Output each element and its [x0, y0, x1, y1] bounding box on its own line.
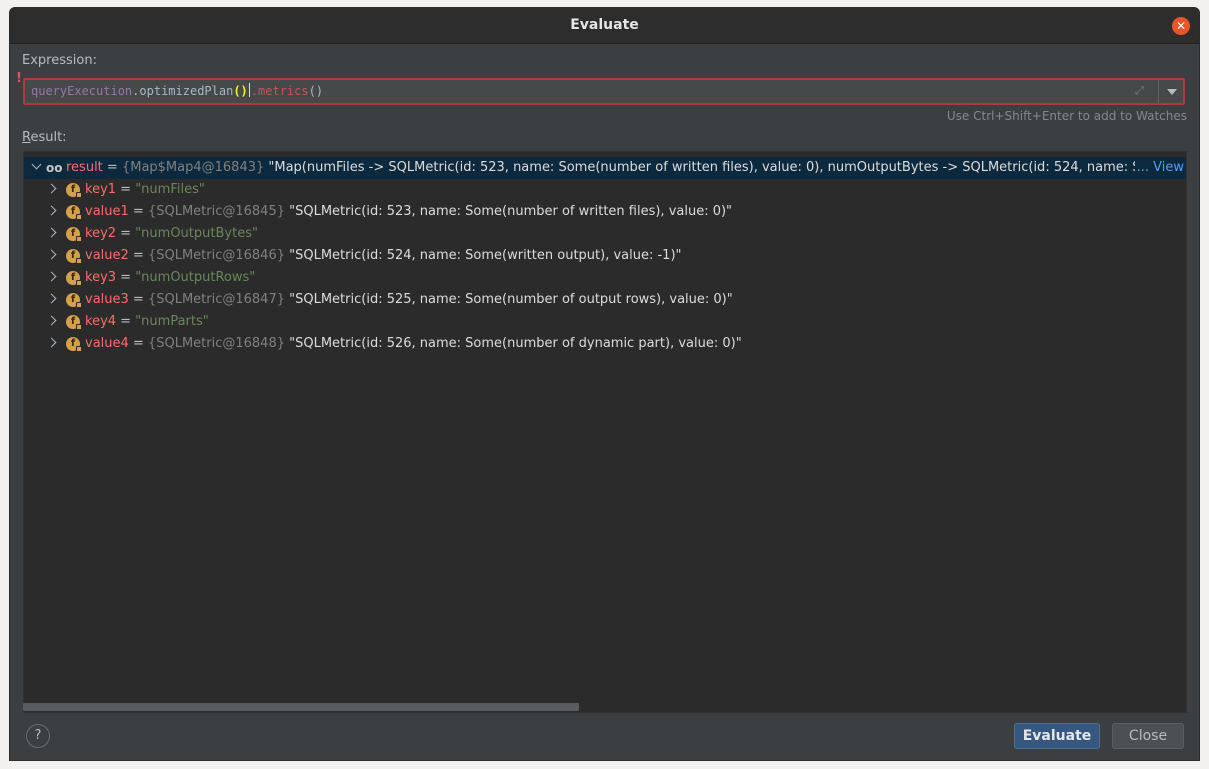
- equals-sign: =: [116, 226, 136, 241]
- chevron-right-icon[interactable]: [46, 205, 57, 216]
- equals-sign: =: [116, 270, 136, 285]
- var-name: result: [66, 160, 103, 175]
- field-f-icon: f: [66, 315, 82, 330]
- chevron-right-icon[interactable]: [46, 293, 57, 304]
- tree-row[interactable]: f value4 = {SQLMetric@16848} "SQLMetric(…: [24, 333, 1186, 355]
- tree-row[interactable]: f key2 = "numOutputBytes": [24, 223, 1186, 245]
- type-ref: {SQLMetric@16845}: [147, 204, 285, 219]
- dropdown-divider: [1158, 80, 1159, 103]
- tree-row[interactable]: f key3 = "numOutputRows": [24, 267, 1186, 289]
- var-name: key1: [85, 182, 117, 197]
- horizontal-scrollbar[interactable]: [23, 703, 579, 711]
- row-text: value3 = {SQLMetric@16847} "SQLMetric(id…: [85, 289, 733, 311]
- expr-paren-open: (: [233, 84, 241, 98]
- expr-method-2: metrics: [258, 84, 309, 98]
- result-tree[interactable]: oo result = {Map$Map4@16843} "Map(numFil…: [23, 151, 1187, 713]
- tree-row[interactable]: f value2 = {SQLMetric@16846} "SQLMetric(…: [24, 245, 1186, 267]
- watches-hint: Use Ctrl+Shift+Enter to add to Watches: [946, 109, 1187, 123]
- var-name: value3: [85, 292, 129, 307]
- view-label: View: [1153, 160, 1184, 175]
- expression-label: Expression:: [22, 53, 97, 68]
- expr-receiver: queryExecution: [31, 84, 133, 98]
- expression-input[interactable]: queryExecution.optimizedPlan() .metrics()…: [23, 78, 1185, 105]
- chevron-down-icon[interactable]: [31, 159, 42, 170]
- close-window-icon[interactable]: ✕: [1172, 17, 1190, 35]
- to-string-value: "SQLMetric(id: 525, name: Some(number of…: [285, 292, 733, 307]
- equals-sign: =: [128, 204, 148, 219]
- chevron-right-icon[interactable]: [46, 183, 57, 194]
- title-bar: Evaluate ✕: [10, 8, 1199, 44]
- equals-sign: =: [116, 182, 136, 197]
- text-caret: [248, 83, 250, 97]
- view-link[interactable]: ... View: [1134, 157, 1184, 179]
- type-ref: {SQLMetric@16846}: [147, 248, 285, 263]
- row-text: key4 = "numParts": [85, 311, 209, 333]
- field-f-icon: f: [66, 227, 82, 242]
- field-f-icon: f: [66, 183, 82, 198]
- var-name: value4: [85, 336, 129, 351]
- chevron-right-icon[interactable]: [46, 337, 57, 348]
- string-value: "numFiles": [135, 182, 205, 197]
- evaluate-button[interactable]: Evaluate: [1014, 723, 1100, 749]
- row-text: key3 = "numOutputRows": [85, 267, 255, 289]
- expr-paren-2: (): [308, 84, 324, 98]
- row-text: value4 = {SQLMetric@16848} "SQLMetric(id…: [85, 333, 742, 355]
- chevron-right-icon[interactable]: [46, 315, 57, 326]
- tree-row[interactable]: f key1 = "numFiles": [24, 179, 1186, 201]
- type-ref: {SQLMetric@16848}: [147, 336, 285, 351]
- tree-row-result[interactable]: oo result = {Map$Map4@16843} "Map(numFil…: [24, 157, 1186, 179]
- field-f-icon: f: [66, 293, 82, 308]
- expr-method-1: optimizedPlan: [139, 84, 234, 98]
- field-f-icon: f: [66, 205, 82, 220]
- var-name: value1: [85, 204, 129, 219]
- to-string-value: "SQLMetric(id: 524, name: Some(written o…: [285, 248, 682, 263]
- chevron-right-icon[interactable]: [46, 249, 57, 260]
- type-ref: {Map$Map4@16843}: [121, 160, 265, 175]
- var-name: key2: [85, 226, 117, 241]
- tree-row[interactable]: f value1 = {SQLMetric@16845} "SQLMetric(…: [24, 201, 1186, 223]
- chevron-right-icon[interactable]: [46, 271, 57, 282]
- chevron-right-icon[interactable]: [46, 227, 57, 238]
- glasses-icon: oo: [46, 161, 63, 175]
- row-text: result = {Map$Map4@16843} "Map(numFiles …: [66, 157, 1141, 179]
- equals-sign: =: [116, 314, 136, 329]
- var-name: value2: [85, 248, 129, 263]
- string-value: "numOutputRows": [135, 270, 256, 285]
- field-f-icon: f: [66, 249, 82, 264]
- var-name: key3: [85, 270, 117, 285]
- row-text: key1 = "numFiles": [85, 179, 205, 201]
- expr-paren-close: ): [240, 84, 248, 98]
- row-text: key2 = "numOutputBytes": [85, 223, 258, 245]
- equals-sign: =: [128, 248, 148, 263]
- to-string-value: "SQLMetric(id: 523, name: Some(number of…: [285, 204, 733, 219]
- field-f-icon: f: [66, 337, 82, 352]
- tree-row[interactable]: f key4 = "numParts": [24, 311, 1186, 333]
- dialog-title: Evaluate: [570, 17, 639, 33]
- expr-dot-2: .: [250, 84, 259, 98]
- var-name: key4: [85, 314, 117, 329]
- to-string-value: "Map(numFiles -> SQLMetric(id: 523, name…: [264, 160, 1141, 175]
- chevron-down-icon[interactable]: [1167, 89, 1177, 95]
- expand-icon[interactable]: ⤢: [1135, 84, 1149, 98]
- evaluate-dialog: Evaluate ✕ Expression: ! queryExecution.…: [10, 8, 1199, 760]
- type-ref: {SQLMetric@16847}: [147, 292, 285, 307]
- field-f-icon: f: [66, 271, 82, 286]
- equals-sign: =: [128, 336, 148, 351]
- to-string-value: "SQLMetric(id: 526, name: Some(number of…: [285, 336, 742, 351]
- result-label: Result:: [22, 130, 67, 145]
- string-value: "numParts": [135, 314, 209, 329]
- close-button[interactable]: Close: [1112, 723, 1184, 749]
- equals-sign: =: [128, 292, 148, 307]
- string-value: "numOutputBytes": [135, 226, 258, 241]
- equals-sign: =: [102, 160, 122, 175]
- row-text: value1 = {SQLMetric@16845} "SQLMetric(id…: [85, 201, 732, 223]
- tree-row[interactable]: f value3 = {SQLMetric@16847} "SQLMetric(…: [24, 289, 1186, 311]
- help-button[interactable]: ?: [26, 724, 50, 748]
- row-text: value2 = {SQLMetric@16846} "SQLMetric(id…: [85, 245, 682, 267]
- view-ellipsis: ...: [1136, 160, 1154, 175]
